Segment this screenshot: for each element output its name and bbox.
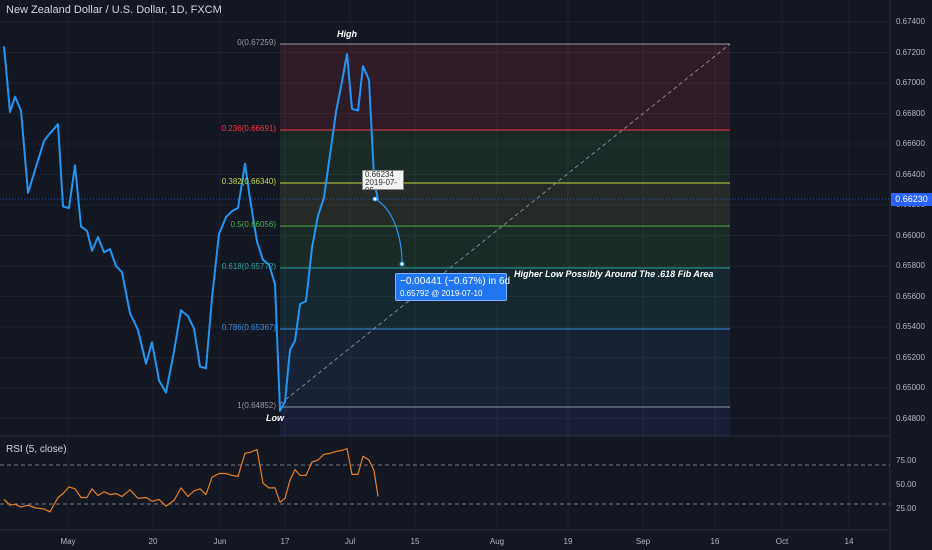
rsi-axis-label: 50.00	[896, 480, 917, 489]
price-axis-label: 0.67000	[896, 78, 925, 87]
price-axis-label: 0.66800	[896, 108, 925, 118]
time-axis-label: Aug	[489, 537, 505, 546]
fib-retracement-bands	[280, 43, 730, 436]
time-axis-label: 14	[844, 537, 854, 546]
time-axis-label: 19	[563, 537, 573, 546]
tooltip-change: −0.00441 (−0.67%) in 6d	[400, 276, 511, 287]
tooltip-target: 0.65792 @ 2019-07-10	[400, 289, 483, 298]
price-axis-label: 0.65000	[896, 383, 925, 392]
price-axis-label: 0.66400	[896, 169, 925, 179]
price-axis-label: 0.66000	[896, 230, 925, 240]
rsi-axis-label: 75.00	[896, 456, 917, 465]
start-point-label: 0.66234 2019-07-05	[362, 170, 404, 195]
fib-level-label: 0.618(0.65772)	[221, 262, 276, 271]
chart-title: New Zealand Dollar / U.S. Dollar, 1D, FX…	[6, 4, 222, 16]
time-axis-label: Jul	[344, 537, 356, 546]
projection-start-point	[372, 196, 378, 202]
price-axis-label: 0.67400	[896, 17, 925, 26]
fib-band	[280, 183, 730, 226]
projection-end-point	[399, 261, 405, 267]
time-axis-label: 17	[280, 537, 290, 546]
fib-level-label: 0.382(0.66340)	[221, 177, 276, 186]
fib-level-label: 0(0.67259)	[237, 38, 276, 47]
fib-band	[280, 226, 730, 268]
price-axis-label: 0.65600	[896, 291, 925, 301]
fib-level-label: 0.786(0.65367)	[221, 323, 276, 332]
fib-band	[280, 130, 730, 183]
fib-note-annotation: Higher Low Possibly Around The .618 Fib …	[514, 269, 714, 279]
rsi-indicator-title: RSI (5, close)	[6, 444, 67, 455]
high-annotation: High	[337, 29, 357, 39]
time-axis-label: 20	[148, 537, 158, 546]
low-annotation: Low	[266, 413, 284, 423]
fib-level-label: 0.5(0.66056)	[230, 220, 276, 229]
fib-level-label: 0.236(0.66691)	[221, 124, 276, 133]
fib-band	[280, 407, 730, 436]
start-point-date: 2019-07-05	[365, 178, 398, 195]
time-axis-label: May	[60, 537, 76, 546]
price-axis-label: 0.65200	[896, 352, 925, 362]
price-axis-label: 0.67200	[896, 47, 925, 57]
time-axis-label: Jun	[213, 537, 227, 546]
rsi-axis-label: 25.00	[896, 504, 917, 513]
current-price-tag: 0.66230	[891, 193, 932, 206]
price-axis-label: 0.65800	[896, 261, 925, 270]
price-range-tooltip[interactable]: −0.00441 (−0.67%) in 6d 0.65792 @ 2019-0…	[395, 273, 511, 301]
rsi-line-series	[3, 447, 379, 513]
time-axis-label: 16	[710, 537, 720, 546]
time-axis-label: Sep	[635, 537, 651, 546]
price-axis-label: 0.64800	[896, 413, 925, 423]
price-axis-label: 0.65400	[896, 322, 925, 331]
price-axis-label: 0.66600	[896, 139, 925, 148]
time-axis-label: 15	[410, 537, 420, 546]
fib-level-label: 1(0.64852)	[237, 401, 276, 410]
time-axis-label: Oct	[775, 537, 789, 546]
fib-band	[280, 329, 730, 407]
